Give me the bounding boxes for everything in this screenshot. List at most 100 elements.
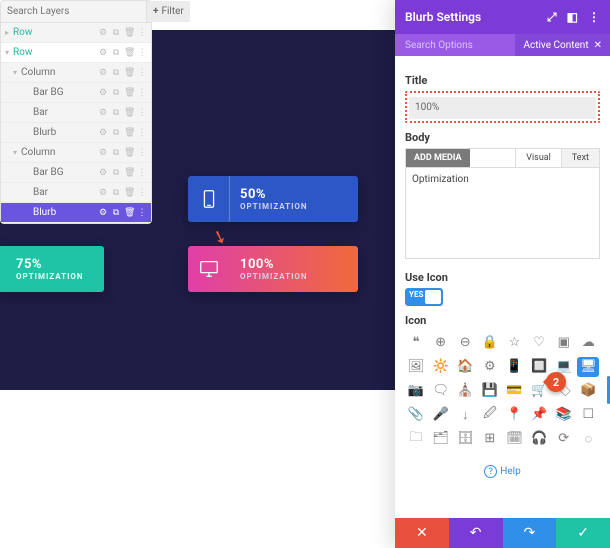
- gear-icon[interactable]: ⚙: [98, 188, 108, 198]
- snap-icon[interactable]: ◧: [567, 10, 578, 25]
- more-icon[interactable]: ⋮: [137, 88, 147, 98]
- panel-search-label[interactable]: Search Options: [395, 40, 515, 51]
- trash-icon[interactable]: 🗑: [124, 128, 134, 138]
- title-input[interactable]: [409, 97, 596, 119]
- icon-cell[interactable]: 🗓: [504, 429, 526, 449]
- blurb-card-teal[interactable]: 75% OPTIMIZATION: [0, 246, 104, 292]
- trash-icon[interactable]: 🗑: [124, 168, 134, 178]
- icon-cell[interactable]: ⚙: [479, 357, 501, 377]
- layer-row[interactable]: Blurb⚙⧉🗑⋮: [1, 123, 151, 143]
- icon-cell[interactable]: ↓: [454, 405, 476, 425]
- icon-cell[interactable]: 🔆: [430, 357, 452, 377]
- duplicate-icon[interactable]: ⧉: [111, 68, 121, 78]
- trash-icon[interactable]: 🗑: [124, 48, 134, 58]
- more-icon[interactable]: ⋮: [137, 168, 147, 178]
- icon-cell[interactable]: 🗂: [430, 429, 452, 449]
- icon-cell[interactable]: 📷: [405, 381, 427, 401]
- text-tab[interactable]: Text: [561, 149, 599, 167]
- expand-icon[interactable]: ⤢: [547, 10, 557, 25]
- icon-cell[interactable]: 🏠: [454, 357, 476, 377]
- icon-cell[interactable]: 🗨: [430, 381, 452, 401]
- icon-cell[interactable]: 🖉: [479, 405, 501, 425]
- gear-icon[interactable]: ⚙: [98, 208, 108, 218]
- more-icon[interactable]: ⋮: [137, 48, 147, 58]
- gear-icon[interactable]: ⚙: [98, 168, 108, 178]
- trash-icon[interactable]: 🗑: [124, 208, 134, 218]
- layer-row[interactable]: Bar⚙⧉🗑⋮: [1, 183, 151, 203]
- icon-cell[interactable]: ▣: [553, 333, 575, 353]
- layer-row[interactable]: Bar BG⚙⧉🗑⋮: [1, 163, 151, 183]
- icon-cell[interactable]: 📦: [577, 381, 599, 401]
- duplicate-icon[interactable]: ⧉: [111, 28, 121, 38]
- duplicate-icon[interactable]: ⧉: [111, 168, 121, 178]
- icon-cell[interactable]: ☐: [577, 405, 599, 425]
- help-link[interactable]: ?Help: [405, 465, 600, 478]
- icon-cell[interactable]: 🗄: [454, 429, 476, 449]
- icon-cell[interactable]: ♡: [528, 333, 550, 353]
- icon-cell[interactable]: 🖼: [405, 357, 427, 377]
- trash-icon[interactable]: 🗑: [124, 88, 134, 98]
- icon-cell[interactable]: 📍: [504, 405, 526, 425]
- more-icon[interactable]: ⋮: [588, 10, 600, 25]
- add-media-button[interactable]: ADD MEDIA: [406, 149, 470, 167]
- icon-cell[interactable]: 🗀: [405, 429, 427, 449]
- body-textarea[interactable]: Optimization: [405, 167, 600, 259]
- undo-button[interactable]: ↶: [449, 518, 503, 548]
- gear-icon[interactable]: ⚙: [98, 68, 108, 78]
- icon-cell[interactable]: 📌: [528, 405, 550, 425]
- duplicate-icon[interactable]: ⧉: [111, 48, 121, 58]
- gear-icon[interactable]: ⚙: [98, 148, 108, 158]
- icon-cell[interactable]: 💳: [504, 381, 526, 401]
- trash-icon[interactable]: 🗑: [124, 188, 134, 198]
- gear-icon[interactable]: ⚙: [98, 108, 108, 118]
- icon-cell[interactable]: 📎: [405, 405, 427, 425]
- duplicate-icon[interactable]: ⧉: [111, 128, 121, 138]
- trash-icon[interactable]: 🗑: [124, 108, 134, 118]
- redo-button[interactable]: ↷: [503, 518, 557, 548]
- duplicate-icon[interactable]: ⧉: [111, 208, 121, 218]
- gear-icon[interactable]: ⚙: [98, 48, 108, 58]
- layer-row[interactable]: Bar⚙⧉🗑⋮: [1, 103, 151, 123]
- icon-cell[interactable]: ❝: [405, 333, 427, 353]
- icon-cell[interactable]: 🖥: [577, 357, 599, 377]
- icon-cell[interactable]: 🎤: [430, 405, 452, 425]
- duplicate-icon[interactable]: ⧉: [111, 188, 121, 198]
- icon-cell[interactable]: ⟳: [553, 429, 575, 449]
- use-icon-toggle[interactable]: YES: [405, 288, 600, 306]
- layer-row[interactable]: Blurb⚙⧉🗑⋮: [1, 203, 151, 223]
- blurb-card-gradient[interactable]: 100% OPTIMIZATION: [188, 246, 358, 292]
- layers-filter-button[interactable]: + Filter: [146, 1, 190, 22]
- icon-cell[interactable]: 📱: [504, 357, 526, 377]
- trash-icon[interactable]: 🗑: [124, 148, 134, 158]
- gear-icon[interactable]: ⚙: [98, 128, 108, 138]
- icon-cell[interactable]: ⛪: [454, 381, 476, 401]
- icon-cell[interactable]: 🔒: [479, 333, 501, 353]
- more-icon[interactable]: ⋮: [137, 148, 147, 158]
- more-icon[interactable]: ⋮: [137, 188, 147, 198]
- icon-cell[interactable]: ☁: [577, 333, 599, 353]
- cancel-button[interactable]: ✕: [395, 518, 449, 548]
- visual-tab[interactable]: Visual: [515, 149, 561, 167]
- icon-cell[interactable]: 🎧: [528, 429, 550, 449]
- icon-cell[interactable]: ⊖: [454, 333, 476, 353]
- layer-row[interactable]: Bar BG⚙⧉🗑⋮: [1, 83, 151, 103]
- icon-cell[interactable]: 💾: [479, 381, 501, 401]
- close-icon[interactable]: ✕: [594, 40, 602, 51]
- more-icon[interactable]: ⋮: [137, 208, 147, 218]
- gear-icon[interactable]: ⚙: [98, 88, 108, 98]
- save-button[interactable]: ✓: [556, 518, 610, 548]
- layer-row[interactable]: ▸Row⚙⧉🗑⋮: [1, 23, 151, 43]
- duplicate-icon[interactable]: ⧉: [111, 108, 121, 118]
- icon-cell[interactable]: ◌: [577, 429, 599, 449]
- layer-row[interactable]: ▾Row⚙⧉🗑⋮: [1, 43, 151, 63]
- more-icon[interactable]: ⋮: [137, 128, 147, 138]
- trash-icon[interactable]: 🗑: [124, 28, 134, 38]
- layer-row[interactable]: ▾Column⚙⧉🗑⋮: [1, 143, 151, 163]
- icon-cell[interactable]: 📚: [553, 405, 575, 425]
- gear-icon[interactable]: ⚙: [98, 28, 108, 38]
- icon-cell[interactable]: ⊞: [479, 429, 501, 449]
- active-content-tab[interactable]: Active Content ✕: [515, 34, 610, 56]
- layer-row[interactable]: ▾Column⚙⧉🗑⋮: [1, 63, 151, 83]
- icon-cell[interactable]: ☆: [504, 333, 526, 353]
- duplicate-icon[interactable]: ⧉: [111, 148, 121, 158]
